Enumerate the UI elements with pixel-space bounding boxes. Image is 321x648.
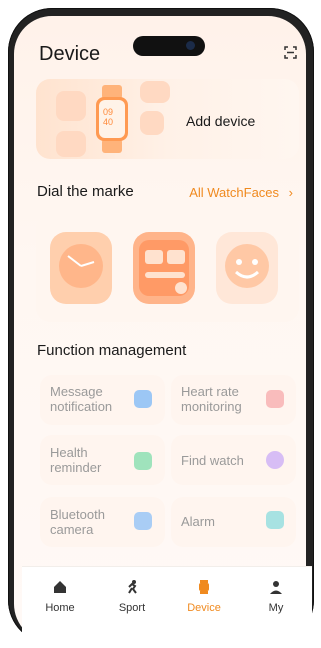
camera-icon [134,512,152,530]
tab-label: Home [45,602,75,614]
svg-text:09: 09 [103,107,113,117]
digital-face-icon [139,240,189,296]
watchface-2[interactable] [133,232,195,304]
tab-my[interactable]: My [246,567,306,627]
person-icon [270,581,282,594]
function-label: Bluetooth camera [50,507,105,537]
chevron-right-icon: › [288,185,293,200]
tab-sport[interactable]: Sport [102,567,162,627]
tab-device[interactable]: Device [174,567,234,627]
heart-rate-icon [266,390,284,408]
watch-icon [199,580,209,594]
alarm-icon [266,511,284,529]
all-watchfaces-label: All WatchFaces [189,185,280,200]
function-label: Heart rate monitoring [181,384,242,414]
health-icon [134,452,152,470]
decor-tile [56,131,86,157]
flower-face-icon [59,244,103,288]
message-icon [134,390,152,408]
function-label: Health reminder [50,445,102,475]
function-label: Find watch [181,453,244,468]
run-icon [128,580,137,594]
camera-dot [186,41,195,50]
notch [133,36,205,56]
scan-icon[interactable] [284,46,297,59]
bottom-tab-bar: Home Sport Device My [22,566,312,645]
watchface-1[interactable] [50,232,112,304]
function-label: Alarm [181,514,215,529]
watch-icon [266,451,284,469]
watchface-3[interactable] [216,232,278,304]
decor-tile [140,81,170,103]
svg-text:40: 40 [103,117,113,127]
all-watchfaces-link[interactable]: All WatchFaces › [189,185,293,200]
watch-illustration-icon: 09 40 [96,85,128,153]
add-device-label[interactable]: Add device [186,113,255,129]
tab-home[interactable]: Home [30,567,90,627]
tab-label: Device [187,602,221,614]
home-icon [54,581,66,593]
decor-tile [140,111,164,135]
tab-label: Sport [118,602,146,614]
function-label: Message notification [50,384,113,414]
dial-market-heading: Dial the marke [37,183,134,200]
smiley-face-icon [225,244,269,288]
decor-tile [56,91,86,121]
tab-label: My [268,602,284,614]
function-management-heading: Function management [37,342,187,359]
page-title: Device [39,43,101,65]
add-device-card[interactable]: 09 40 [36,79,299,159]
